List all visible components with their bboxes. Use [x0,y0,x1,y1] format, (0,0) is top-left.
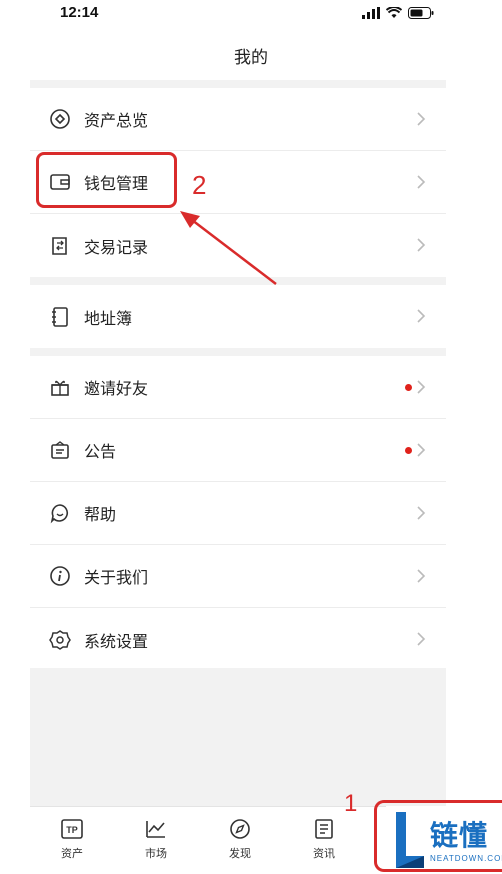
menu-item-asset-overview[interactable]: 资产总览 [30,88,446,151]
tab-label: 发现 [229,847,251,860]
annotation-arrow [180,211,277,285]
notification-badge [405,447,412,454]
address-book-icon [48,305,72,329]
section-divider [30,80,446,88]
transaction-record-icon [48,234,72,258]
tab-label: 资产 [61,847,83,860]
page-title: 我的 [234,48,268,68]
tab-label: 资讯 [313,847,335,860]
empty-area [30,668,446,806]
notification-badge [405,384,412,391]
menu-item-label: 关于我们 [84,568,149,587]
news-icon [315,819,333,839]
status-time: 12:14 [60,4,99,21]
tab-discover[interactable]: 发现 [198,807,282,874]
svg-text:TP: TP [66,825,78,835]
asset-overview-icon [48,107,72,131]
tab-assets[interactable]: TP 资产 [30,807,114,874]
tab-market[interactable]: 市场 [114,807,198,874]
battery-icon [408,7,434,19]
settings-icon [48,628,72,652]
chevron-right-icon [417,309,426,323]
chevron-right-icon [417,506,426,520]
menu-item-label: 资产总览 [84,111,149,130]
menu-item-label: 帮助 [84,505,117,524]
menu-item-label: 公告 [84,442,117,461]
menu-item-help[interactable]: 帮助 [30,482,446,545]
market-chart-icon [146,821,165,838]
compass-icon [230,819,250,839]
gift-icon [48,375,72,399]
announcement-icon [48,438,72,462]
menu-item-system-settings[interactable]: 系统设置 [30,608,446,671]
status-icons [362,7,434,19]
page-header: 我的 [0,40,502,76]
menu-item-label: 邀请好友 [84,379,149,398]
section-general: 邀请好友 公告 帮助 关于我们 系统设置 [30,356,446,671]
section-divider [30,348,446,356]
annotation-highlight-tab [374,800,502,872]
menu-item-label: 交易记录 [84,237,149,257]
chevron-right-icon [417,380,426,394]
signal-icon [362,7,380,19]
chevron-right-icon [417,175,426,189]
menu-item-label: 地址簿 [84,308,133,328]
info-icon [48,564,72,588]
menu-item-address-book[interactable]: 地址簿 [30,285,446,348]
status-bar: 12:14 [0,0,502,30]
annotation-step-2: 2 [192,170,207,200]
wifi-icon [386,7,402,18]
tp-wallet-icon: TP [61,819,83,839]
chevron-right-icon [417,443,426,457]
chevron-right-icon [417,632,426,646]
annotation-highlight-wallet [36,152,177,208]
tab-label: 市场 [145,847,167,860]
section-address: 地址簿 [30,285,446,348]
annotation-step-1: 1 [344,790,358,817]
menu-item-about-us[interactable]: 关于我们 [30,545,446,608]
help-icon [48,501,72,525]
menu-item-announcement[interactable]: 公告 [30,419,446,482]
chevron-right-icon [417,569,426,583]
menu-item-invite-friends[interactable]: 邀请好友 [30,356,446,419]
chevron-right-icon [417,112,426,126]
chevron-right-icon [417,238,426,252]
menu-item-label: 系统设置 [84,631,149,651]
